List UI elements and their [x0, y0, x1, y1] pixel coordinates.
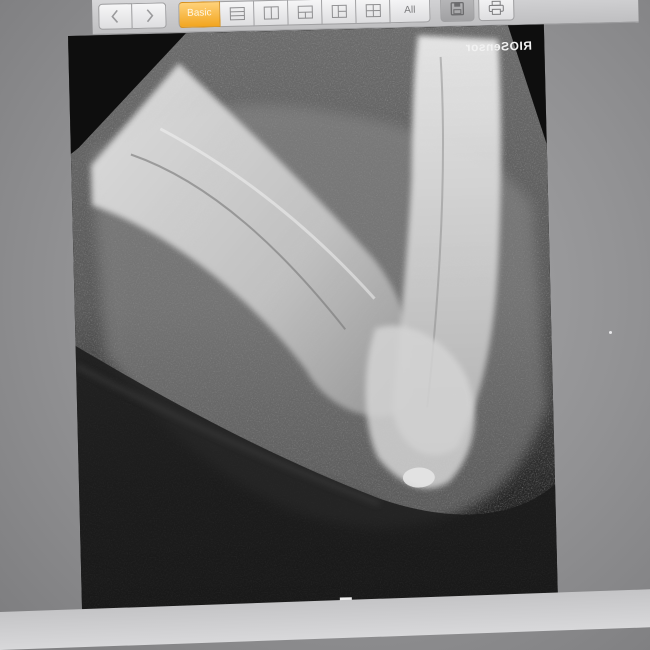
navigation-group [98, 2, 167, 30]
layout-basic-button[interactable]: Basic [178, 1, 221, 29]
chevron-right-icon [146, 9, 153, 23]
brand-label: RIOSensor [465, 38, 533, 55]
layout-all-label: All [404, 4, 416, 16]
back-button[interactable] [98, 3, 133, 30]
layout-split-icon [331, 4, 347, 19]
screen-reflection [609, 331, 612, 334]
layout-all-button[interactable]: All [390, 0, 431, 24]
layout-basic-label: Basic [186, 7, 212, 19]
layout-columns-button[interactable] [254, 0, 289, 27]
layout-split-button[interactable] [322, 0, 357, 25]
layout-grid-icon [297, 5, 313, 19]
xray-viewer[interactable]: RIOSensor H [68, 24, 559, 642]
chevron-left-icon [111, 9, 119, 23]
layout-rows-icon [229, 7, 245, 21]
layout-columns-icon [263, 6, 279, 20]
dental-xray-image[interactable] [68, 24, 559, 642]
save-button[interactable] [440, 0, 475, 23]
save-icon [450, 1, 465, 16]
printer-icon [488, 0, 504, 15]
layout-quad-icon [365, 3, 381, 18]
layout-rows-button[interactable] [220, 0, 255, 28]
layout-group: Basic All [178, 0, 431, 29]
layout-quad-button[interactable] [356, 0, 391, 25]
layout-grid-button[interactable] [288, 0, 323, 26]
forward-button[interactable] [132, 2, 167, 30]
print-button[interactable] [477, 0, 515, 22]
